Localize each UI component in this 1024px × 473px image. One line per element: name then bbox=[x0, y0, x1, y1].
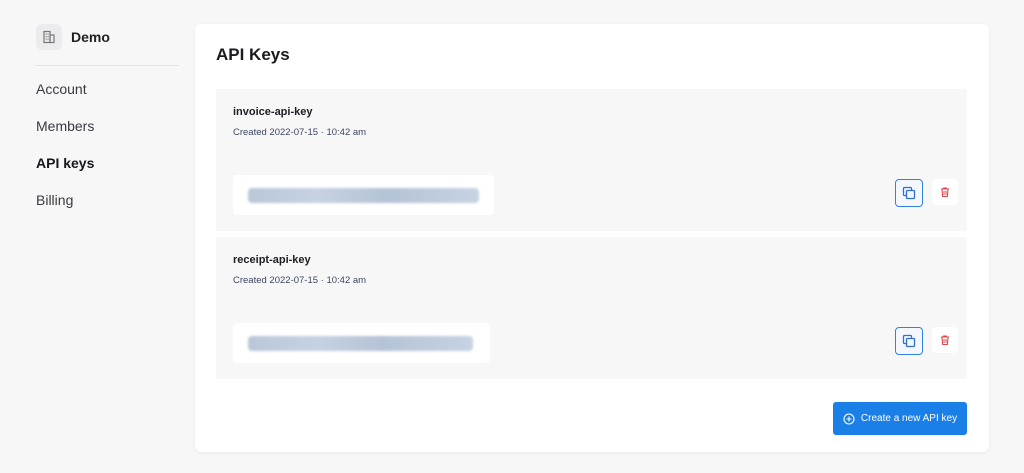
building-icon bbox=[36, 24, 62, 50]
org-name: Demo bbox=[71, 29, 110, 45]
trash-icon bbox=[941, 335, 949, 346]
api-key-value: •••••••••••••••••••••••••••••••••••••••• bbox=[233, 175, 494, 215]
api-key-value: •••••••••••••••••••••••••••••••••••••••• bbox=[233, 323, 490, 363]
api-key-created: Created 2022-07-15 · 10:42 am bbox=[233, 127, 367, 138]
api-key-secret: •••••••••••••••••••••••••••••••••••••••• bbox=[248, 187, 479, 203]
api-key-name: invoice-api-key bbox=[233, 106, 313, 118]
page-title: API Keys bbox=[216, 45, 290, 64]
sidebar-item-billing[interactable]: Billing bbox=[36, 189, 94, 226]
create-api-key-button[interactable]: Create a new API key bbox=[833, 402, 967, 435]
org-switcher[interactable]: Demo bbox=[36, 24, 110, 50]
sidebar-nav: Account Members API keys Billing bbox=[36, 78, 94, 226]
api-key-created: Created 2022-07-15 · 10:42 am bbox=[233, 275, 367, 286]
copy-icon bbox=[902, 334, 916, 348]
api-keys-card: API Keys invoice-api-key Created 2022-07… bbox=[195, 24, 989, 452]
sidebar-item-account[interactable]: Account bbox=[36, 78, 94, 115]
api-key-row: invoice-api-key Created 2022-07-15 · 10:… bbox=[216, 89, 967, 231]
copy-key-button[interactable] bbox=[895, 327, 923, 355]
api-key-row: receipt-api-key Created 2022-07-15 · 10:… bbox=[216, 237, 967, 379]
delete-key-button[interactable] bbox=[932, 327, 958, 353]
plus-circle-icon bbox=[843, 412, 855, 425]
delete-key-button[interactable] bbox=[932, 179, 958, 205]
sidebar-divider bbox=[36, 65, 179, 66]
copy-icon bbox=[902, 186, 916, 200]
sidebar-item-api-keys[interactable]: API keys bbox=[36, 152, 94, 189]
sidebar-item-members[interactable]: Members bbox=[36, 115, 94, 152]
trash-icon bbox=[941, 187, 949, 198]
api-key-name: receipt-api-key bbox=[233, 254, 311, 266]
api-key-secret: •••••••••••••••••••••••••••••••••••••••• bbox=[248, 335, 473, 351]
sidebar: Demo Account Members API keys Billing bbox=[0, 0, 195, 473]
create-api-key-label: Create a new API key bbox=[860, 413, 958, 424]
copy-key-button[interactable] bbox=[895, 179, 923, 207]
